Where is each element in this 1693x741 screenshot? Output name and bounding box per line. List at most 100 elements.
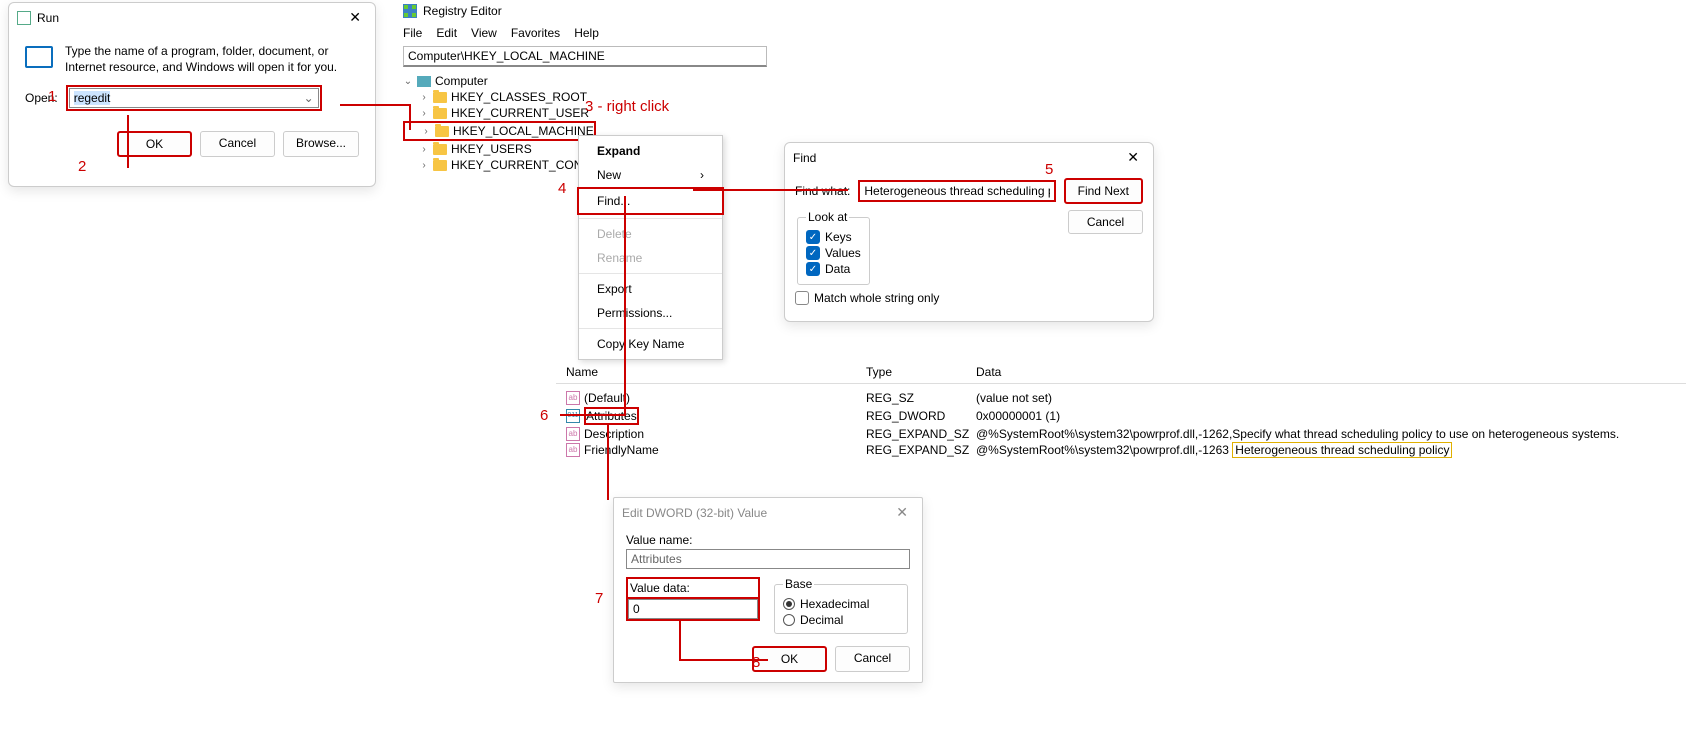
- checkbox-icon: ✓: [806, 262, 820, 276]
- regedit-icon: [403, 4, 417, 18]
- checkbox-icon: [795, 291, 809, 305]
- menu-separator: [579, 328, 722, 329]
- chk-keys-label: Keys: [825, 230, 852, 244]
- close-icon[interactable]: ✕: [890, 502, 914, 523]
- tree-item-label: HKEY_CLASSES_ROOT: [451, 90, 587, 104]
- chk-whole[interactable]: Match whole string only: [785, 287, 1153, 309]
- folder-icon: [433, 160, 447, 171]
- browse-button[interactable]: Browse...: [283, 131, 359, 157]
- value-type: REG_DWORD: [866, 409, 976, 423]
- tree-item-label: HKEY_CURRENT_USER: [451, 106, 589, 120]
- dword-title: Edit DWORD (32-bit) Value: [622, 506, 767, 520]
- ctx-rename: Rename: [579, 246, 722, 270]
- dword-icon: 011: [566, 409, 580, 423]
- base-group: Base Hexadecimal Decimal: [774, 577, 908, 634]
- dword-cancel-button[interactable]: Cancel: [835, 646, 910, 672]
- value-row-attributes[interactable]: 011 Attributes REG_DWORD 0x00000001 (1): [556, 406, 1686, 426]
- regedit-title: Registry Editor: [423, 4, 502, 18]
- edit-dword-dialog: Edit DWORD (32-bit) Value ✕ Value name: …: [613, 497, 923, 683]
- value-row[interactable]: ab(Default) REG_SZ (value not set): [556, 390, 1686, 406]
- tree-root-label: Computer: [435, 74, 488, 88]
- value-row[interactable]: abFriendlyName REG_EXPAND_SZ @%SystemRoo…: [556, 442, 1686, 458]
- step-1: 1: [48, 88, 56, 105]
- step-3: 3 - right click: [585, 98, 669, 115]
- close-icon[interactable]: ✕: [1121, 147, 1145, 168]
- find-cancel-button[interactable]: Cancel: [1068, 210, 1143, 234]
- value-row[interactable]: abDescription REG_EXPAND_SZ @%SystemRoot…: [556, 426, 1686, 442]
- find-what-input[interactable]: [860, 182, 1053, 200]
- value-data: 0x00000001 (1): [976, 409, 1060, 423]
- ctx-new[interactable]: New ›: [579, 163, 722, 187]
- value-name: FriendlyName: [584, 443, 659, 457]
- regedit-menubar: File Edit View Favorites Help: [395, 22, 775, 44]
- chk-data[interactable]: ✓Data: [806, 262, 861, 276]
- value-data: (value not set): [976, 391, 1052, 405]
- chevron-down-icon[interactable]: ⌄: [304, 91, 314, 105]
- close-icon[interactable]: ✕: [343, 7, 367, 28]
- highlighted-policy: Heterogeneous thread scheduling policy: [1232, 442, 1452, 458]
- base-label: Base: [783, 577, 814, 591]
- menu-file[interactable]: File: [403, 26, 422, 40]
- value-data: @%SystemRoot%\system32\powrprof.dll,-126…: [976, 427, 1619, 441]
- open-input[interactable]: regedit ⌄: [69, 88, 319, 108]
- dword-ok-button[interactable]: OK: [752, 646, 827, 672]
- find-next-button[interactable]: Find Next: [1064, 178, 1143, 204]
- ctx-expand[interactable]: Expand: [579, 139, 722, 163]
- cancel-button[interactable]: Cancel: [200, 131, 275, 157]
- radio-icon: [783, 614, 795, 626]
- ab-icon: ab: [566, 391, 580, 405]
- chk-values[interactable]: ✓ Values: [806, 246, 861, 260]
- ctx-expand-label: Expand: [597, 144, 640, 158]
- ctx-copykey[interactable]: Copy Key Name: [579, 332, 722, 356]
- chevron-right-icon: ›: [700, 168, 704, 182]
- folder-icon: [435, 126, 449, 137]
- ctx-perm-label: Permissions...: [597, 306, 672, 320]
- ctx-new-label: New: [597, 168, 621, 182]
- menu-favorites[interactable]: Favorites: [511, 26, 560, 40]
- checkbox-icon: ✓: [806, 230, 820, 244]
- value-type: REG_EXPAND_SZ: [866, 443, 976, 457]
- col-type[interactable]: Type: [866, 365, 976, 379]
- step-8: 8: [752, 654, 760, 671]
- menu-help[interactable]: Help: [574, 26, 599, 40]
- checkbox-icon: ✓: [806, 246, 820, 260]
- tree-hklm[interactable]: ›HKEY_LOCAL_MACHINE: [421, 123, 594, 139]
- menu-edit[interactable]: Edit: [436, 26, 457, 40]
- chk-whole-label: Match whole string only: [814, 291, 939, 305]
- ctx-find[interactable]: Find...: [577, 187, 724, 215]
- context-menu: Expand New› Find... Delete Rename Export…: [578, 135, 723, 360]
- folder-icon: [433, 108, 447, 119]
- value-type: REG_SZ: [866, 391, 976, 405]
- lookat-label: Look at: [806, 210, 849, 224]
- col-data[interactable]: Data: [976, 365, 1001, 379]
- chk-keys[interactable]: ✓ Keys: [806, 230, 861, 244]
- chk-values-label: Values: [825, 246, 861, 260]
- step-4: 4: [558, 180, 566, 197]
- tree-item-label: HKEY_USERS: [451, 142, 532, 156]
- find-titlebar: Find ✕: [785, 143, 1153, 172]
- dword-titlebar: Edit DWORD (32-bit) Value ✕: [614, 498, 922, 527]
- radio-hex[interactable]: Hexadecimal: [783, 597, 899, 611]
- dec-label: Decimal: [800, 613, 843, 627]
- find-what-label: Find what:: [795, 184, 850, 198]
- radio-dec[interactable]: Decimal: [783, 613, 899, 627]
- lookat-group: Look at ✓ Keys ✓ Values ✓Data: [797, 210, 870, 285]
- value-data: @%SystemRoot%\system32\powrprof.dll,-126…: [976, 443, 1452, 457]
- ab-icon: ab: [566, 427, 580, 441]
- ok-button[interactable]: OK: [117, 131, 192, 157]
- vdata-input[interactable]: [628, 599, 758, 619]
- step-2: 2: [78, 158, 86, 175]
- menu-view[interactable]: View: [471, 26, 497, 40]
- value-name: Attributes: [584, 407, 639, 425]
- ctx-find-label: Find...: [597, 194, 630, 208]
- ctx-rename-label: Rename: [597, 251, 642, 265]
- address-bar[interactable]: Computer\HKEY_LOCAL_MACHINE: [403, 46, 767, 67]
- ctx-export[interactable]: Export: [579, 277, 722, 301]
- step-6: 6: [540, 407, 548, 424]
- vname-label: Value name:: [626, 533, 910, 547]
- col-name[interactable]: Name: [556, 365, 866, 379]
- tree-computer[interactable]: ⌄Computer: [403, 73, 767, 89]
- ctx-permissions[interactable]: Permissions...: [579, 301, 722, 325]
- hex-label: Hexadecimal: [800, 597, 869, 611]
- computer-icon: [417, 76, 431, 87]
